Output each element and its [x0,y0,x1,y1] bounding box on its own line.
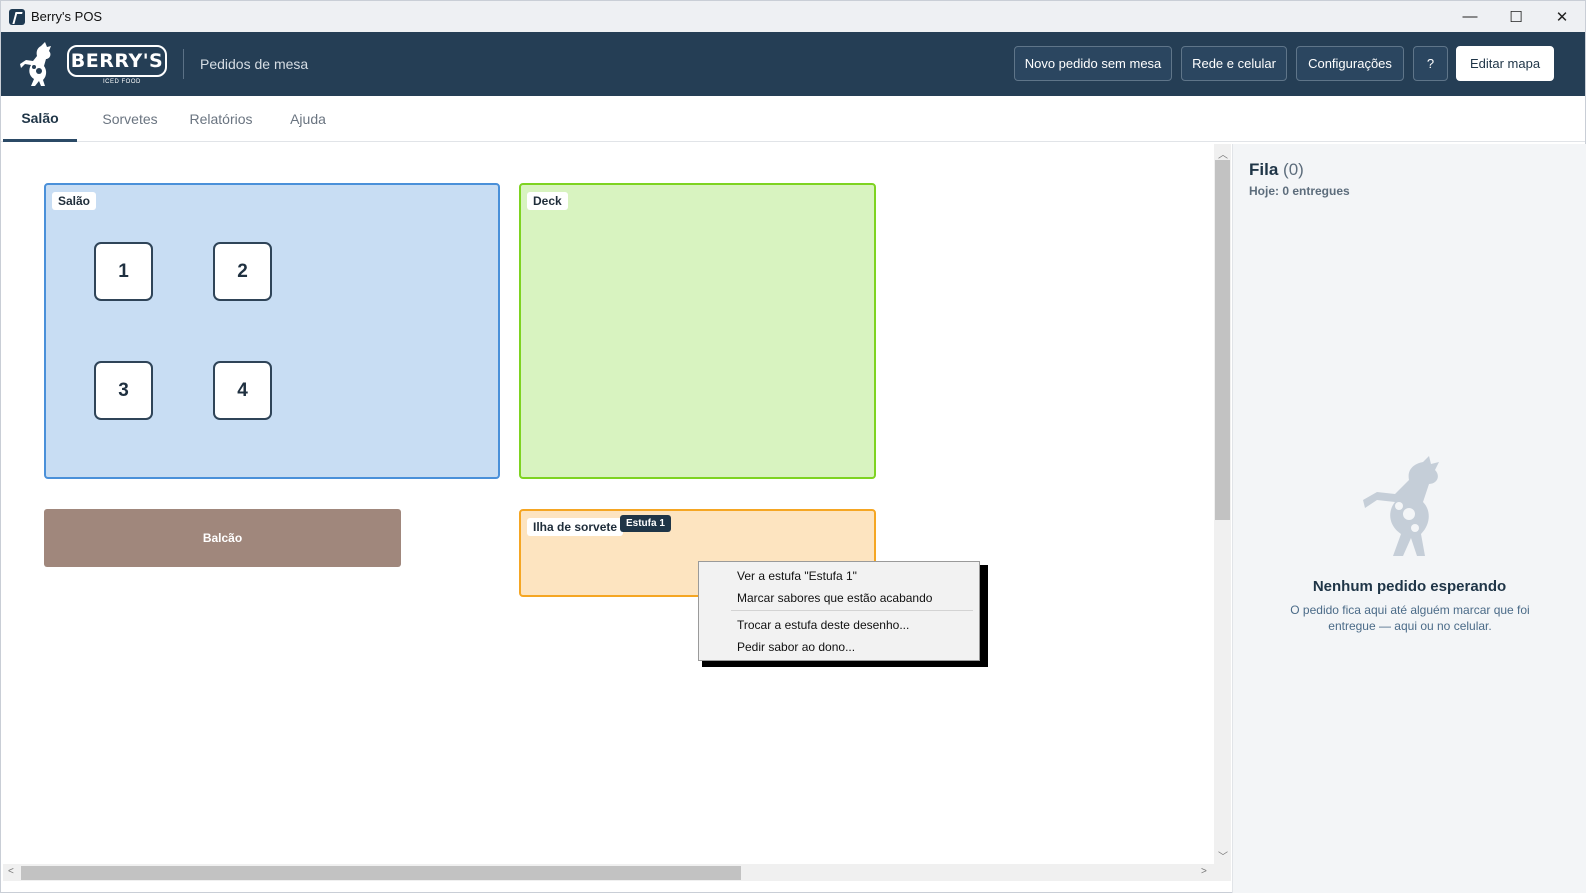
network-button[interactable]: Rede e celular [1181,46,1287,81]
title-bar: Berry's POS — ☐ ✕ [1,1,1585,32]
app-header: BERRY'S ICED FOOD Pedidos de mesa Novo p… [1,32,1585,96]
window-controls: — ☐ ✕ [1447,1,1585,32]
table-3[interactable]: 3 [94,361,153,420]
zone-deck[interactable]: Deck [519,183,876,479]
cow-mascot-icon [20,42,51,86]
menu-separator [731,610,973,611]
section-title: Pedidos de mesa [200,56,309,72]
table-1[interactable]: 1 [94,242,153,301]
map-canvas[interactable]: Salão 1 2 3 4 Deck Balcão Ilha de sorvet… [3,144,1213,864]
maximize-button[interactable]: ☐ [1493,1,1539,32]
tab-ajuda[interactable]: Ajuda [281,96,335,142]
zone-label: Deck [527,192,568,210]
vertical-scrollbar[interactable]: ︿ ﹀ [1214,144,1231,864]
tab-bar: Salão Sorvetes Relatórios Ajuda [1,96,1585,142]
scroll-up-icon[interactable]: ︿ [1218,146,1228,161]
queue-title: Fila (0) [1249,160,1304,180]
empty-queue-title: Nenhum pedido esperando [1312,578,1507,595]
table-4[interactable]: 4 [213,361,272,420]
horizontal-scroll-thumb[interactable] [21,866,741,880]
menu-item-mark-low-flavors[interactable]: Marcar sabores que estão acabando [737,591,932,605]
brand-logo: BERRY'S [67,45,167,77]
queue-title-text: Fila [1249,160,1279,179]
app-icon [9,8,25,25]
context-menu: Ver a estufa "Estufa 1" Marcar sabores q… [698,561,980,661]
menu-item-request-flavor[interactable]: Pedir sabor ao dono... [737,640,855,654]
zone-balcao[interactable]: Balcão [44,509,401,567]
window-title: Berry's POS [31,9,103,24]
minimize-button[interactable]: — [1447,1,1493,32]
zone-label: Salão [52,192,97,210]
app-window: Berry's POS — ☐ ✕ BERRY'S ICED FOOD Pedi… [0,0,1586,893]
queue-panel: Fila (0) Hoje: 0 entregues Nenhum pedido… [1232,144,1586,893]
menu-item-view-estufa[interactable]: Ver a estufa "Estufa 1" [737,569,857,583]
new-order-button[interactable]: Novo pedido sem mesa [1014,46,1172,81]
header-divider [183,49,184,79]
estufa-badge: Estufa 1 [620,515,671,532]
tab-relatorios[interactable]: Relatórios [183,96,259,142]
tab-salao[interactable]: Salão [3,96,77,142]
settings-button[interactable]: Configurações [1296,46,1404,81]
zone-salao[interactable]: Salão 1 2 3 4 [44,183,500,479]
queue-count: (0) [1283,160,1304,179]
table-2[interactable]: 2 [213,242,272,301]
help-button[interactable]: ? [1413,46,1448,81]
scroll-down-icon[interactable]: ﹀ [1218,848,1228,863]
horizontal-scrollbar[interactable]: < > [3,864,1231,881]
close-button[interactable]: ✕ [1539,1,1585,32]
edit-map-button[interactable]: Editar mapa [1456,46,1554,81]
queue-today-summary: Hoje: 0 entregues [1249,184,1350,198]
zone-label: Ilha de sorvete [527,518,624,536]
empty-queue-description: O pedido fica aqui até alguém marcar que… [1290,603,1530,633]
scroll-left-icon[interactable]: < [8,866,14,877]
cow-mascot-icon [1363,456,1439,556]
brand-tagline: ICED FOOD [103,79,141,85]
menu-item-change-estufa[interactable]: Trocar a estufa deste desenho... [737,618,909,632]
scroll-right-icon[interactable]: > [1201,866,1207,877]
vertical-scroll-thumb[interactable] [1215,160,1230,520]
tab-sorvetes[interactable]: Sorvetes [87,96,173,142]
